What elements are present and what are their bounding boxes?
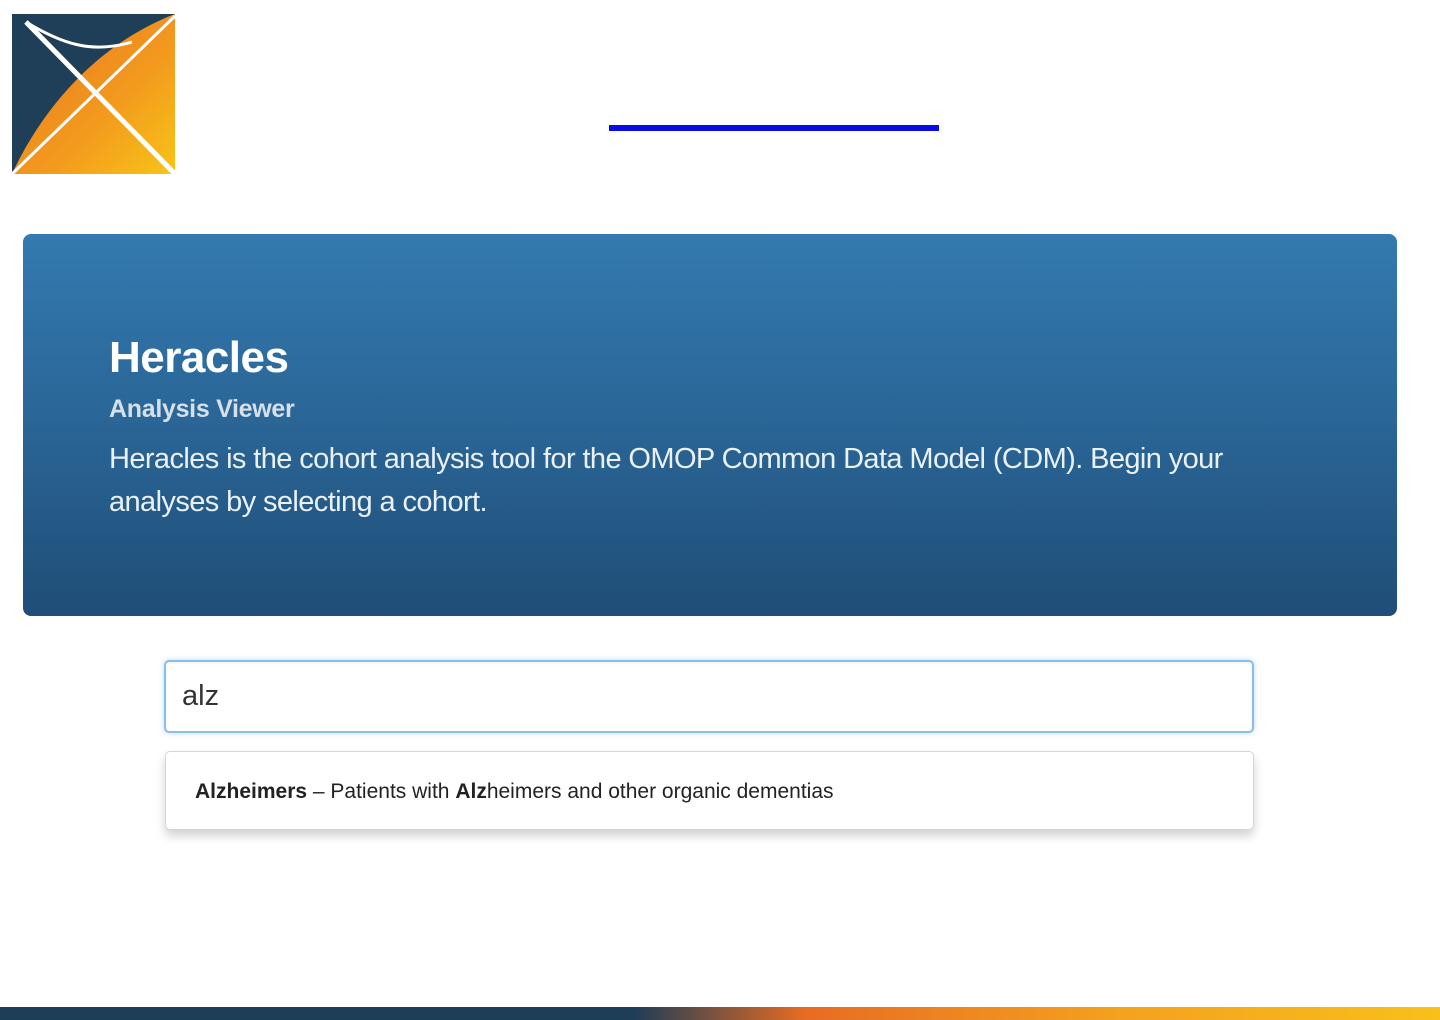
suggestion-item-alzheimers[interactable]: Alzheimers – Patients with Alzheimers an… bbox=[166, 752, 1253, 831]
suggestion-description-match: Alz bbox=[455, 780, 487, 803]
suggestion-description-prefix: Patients with bbox=[330, 780, 456, 803]
cohort-search-input[interactable] bbox=[164, 660, 1254, 733]
cohort-search bbox=[164, 660, 1254, 733]
page: Heracles Analysis Viewer Heracles is the… bbox=[0, 0, 1440, 1020]
suggestion-separator: – bbox=[307, 780, 331, 803]
app-description: Heracles is the cohort analysis tool for… bbox=[109, 443, 1223, 518]
suggestion-description-rest: heimers and other organic dementias bbox=[486, 780, 834, 803]
ohdsi-logo-icon bbox=[12, 14, 175, 174]
footer-gradient-bar bbox=[0, 1007, 1440, 1020]
suggestion-name: Alzheimers bbox=[195, 780, 308, 803]
app-title: Heracles bbox=[109, 333, 289, 382]
jumbotron-banner: Heracles Analysis Viewer Heracles is the… bbox=[23, 234, 1397, 616]
header-title-link[interactable] bbox=[609, 125, 939, 131]
app-subtitle: Analysis Viewer bbox=[109, 395, 295, 423]
suggestion-dropdown: Alzheimers – Patients with Alzheimers an… bbox=[165, 751, 1254, 830]
